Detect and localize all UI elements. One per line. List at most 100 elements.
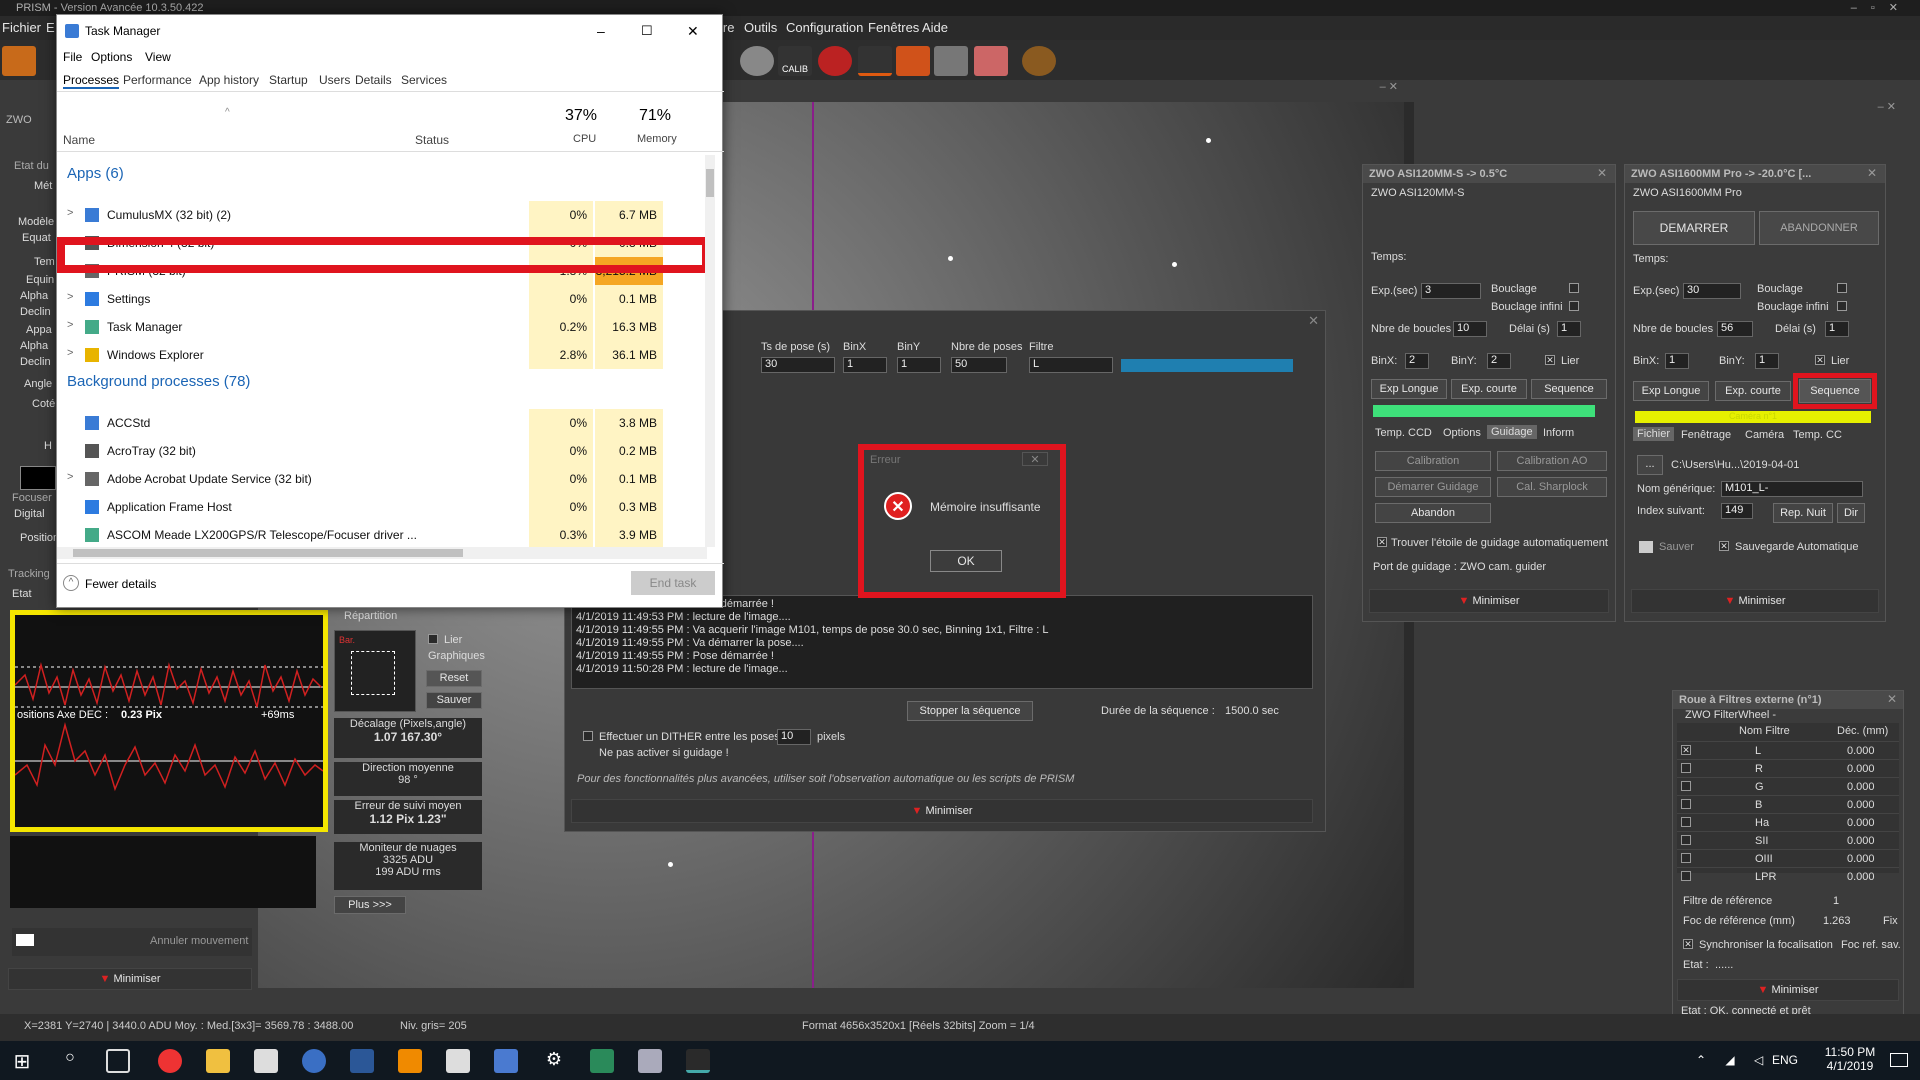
cam1-demarrer-guidage-button[interactable]: Démarrer Guidage (1375, 477, 1491, 497)
cam2-tab-fenetrage[interactable]: Fenêtrage (1681, 429, 1731, 441)
table-row[interactable]: Application Frame Host 0% 0.3 MB (57, 493, 705, 521)
cam1-tab-options[interactable]: Options (1443, 427, 1481, 439)
cam2-sauv-auto-checkbox[interactable]: ✕ (1719, 541, 1729, 551)
error-close-icon[interactable]: ✕ (1022, 452, 1048, 466)
cam1-calib-ao-button[interactable]: Calibration AO (1497, 451, 1607, 471)
plus-button[interactable]: Plus >>> (334, 896, 406, 914)
table-row[interactable]: ACCStd 0% 3.8 MB (57, 409, 705, 437)
toolbar-red-icon[interactable] (818, 46, 852, 76)
cam1-calibration-button[interactable]: Calibration (1375, 451, 1491, 471)
sequence-minimiser-button[interactable]: ▼ Minimiser (571, 799, 1313, 823)
tm-mem-label[interactable]: Memory (637, 133, 677, 145)
cam2-close-icon[interactable]: ✕ (1867, 166, 1877, 180)
tm-mem-pct[interactable]: 71% (639, 107, 671, 125)
expand-chevron-icon[interactable]: > (67, 319, 73, 331)
cam2-exp-input[interactable]: 30 (1683, 283, 1741, 299)
toolbar-curve-icon[interactable] (858, 46, 892, 76)
filter-row[interactable]: Ha 0.000 (1677, 813, 1899, 831)
expand-chevron-icon[interactable]: > (67, 347, 73, 359)
tm-cpu-pct[interactable]: 37% (565, 107, 597, 125)
tm-apps-header[interactable]: Apps (6) (67, 165, 124, 182)
cam1-bouclage-inf-checkbox[interactable] (1569, 301, 1579, 311)
cam2-exp-longue-button[interactable]: Exp Longue (1633, 381, 1709, 401)
cam2-sauver-button[interactable]: Sauver (1659, 541, 1694, 553)
tm-menu-file[interactable]: File (63, 50, 82, 64)
tm-minimize-icon[interactable]: – (597, 15, 605, 47)
cam2-nom-input[interactable]: M101_L- (1721, 481, 1863, 497)
fewer-details-link[interactable]: Fewer details (85, 577, 156, 591)
expand-chevron-icon[interactable]: > (67, 207, 73, 219)
menu-configuration[interactable]: Configuration (786, 16, 863, 40)
sync-checkbox[interactable]: ✕ (1683, 939, 1693, 949)
cam2-browse-button[interactable]: ... (1637, 455, 1663, 475)
table-row[interactable]: > Windows Explorer 2.8% 36.1 MB (57, 341, 705, 369)
cam1-delai-input[interactable]: 1 (1557, 321, 1581, 337)
cam2-biny-input[interactable]: 1 (1755, 353, 1779, 369)
window-controls[interactable]: –▫✕ (1851, 0, 1912, 16)
reset-button[interactable]: Reset (426, 670, 482, 687)
tm-hscrollbar[interactable] (57, 547, 707, 559)
task-view-icon[interactable] (106, 1049, 130, 1073)
cam1-binx-input[interactable]: 2 (1405, 353, 1429, 369)
app-icon[interactable] (590, 1049, 614, 1073)
cam1-close-icon[interactable]: ✕ (1597, 166, 1607, 180)
cam2-tab-camera[interactable]: Caméra (1745, 429, 1784, 441)
cam2-tab-temp[interactable]: Temp. CC (1793, 429, 1842, 441)
cam2-sequence-button[interactable]: Sequence (1799, 379, 1871, 403)
cam2-demarrer-button[interactable]: DEMARRER (1633, 211, 1755, 245)
table-row[interactable]: AcroTray (32 bit) 0% 0.2 MB (57, 437, 705, 465)
dither-input[interactable]: 10 (777, 729, 811, 745)
cam1-sequence-button[interactable]: Sequence (1531, 379, 1607, 399)
language-indicator[interactable]: ENG (1772, 1053, 1798, 1067)
table-row[interactable]: > Adobe Acrobat Update Service (32 bit) 0%… (57, 465, 705, 493)
tray-icons[interactable]: ⌃ ◢ ◁ (1696, 1053, 1771, 1067)
cam2-rep-nuit-button[interactable]: Rep. Nuit (1773, 503, 1833, 523)
tm-cpu-label[interactable]: CPU (573, 133, 596, 145)
tm-menu-options[interactable]: Options (91, 50, 132, 64)
ts-pose-input[interactable]: 30 (761, 357, 835, 373)
cam2-bouclage-checkbox[interactable] (1837, 283, 1847, 293)
filter-checkbox[interactable] (1681, 817, 1691, 827)
cam2-exp-courte-button[interactable]: Exp. courte (1715, 381, 1791, 401)
menu-outils[interactable]: Outils (744, 16, 777, 40)
chrome-icon[interactable] (158, 1049, 182, 1073)
cam1-tab-guidage[interactable]: Guidage (1487, 425, 1537, 439)
tm-tab-processes[interactable]: Processes (63, 73, 120, 89)
tm-vscrollbar[interactable] (705, 155, 715, 547)
tm-bg-header[interactable]: Background processes (78) (67, 373, 250, 390)
notification-icon[interactable] (1890, 1053, 1908, 1067)
fewer-details-icon[interactable]: ^ (63, 575, 79, 591)
cam1-trouver-checkbox[interactable]: ✕ (1377, 537, 1387, 547)
vlc-icon[interactable] (398, 1049, 422, 1073)
error-ok-button[interactable]: OK (930, 550, 1002, 572)
filter-checkbox[interactable] (1681, 853, 1691, 863)
filterwheel-close-icon[interactable]: ✕ (1887, 692, 1897, 706)
filter-checkbox[interactable]: ✕ (1681, 745, 1691, 755)
settings-icon[interactable]: ⚙ (542, 1049, 566, 1073)
start-icon[interactable]: ⊞ (10, 1049, 34, 1073)
cam1-abandon-button[interactable]: Abandon (1375, 503, 1491, 523)
toolbar-icon[interactable] (2, 46, 36, 76)
mail-icon[interactable] (254, 1049, 278, 1073)
calculator-icon[interactable] (446, 1049, 470, 1073)
table-row[interactable]: > CumulusMX (32 bit) (2) 0% 6.7 MB (57, 201, 705, 229)
cam2-abandonner-button[interactable]: ABANDONNER (1759, 211, 1879, 245)
filter-row[interactable]: SII 0.000 (1677, 831, 1899, 849)
tm-tab-services[interactable]: Services (401, 73, 447, 87)
filter-minimiser-button[interactable]: ▼ Minimiser (1677, 979, 1899, 1001)
m-app-icon[interactable] (302, 1049, 326, 1073)
table-row[interactable]: > Task Manager 0.2% 16.3 MB (57, 313, 705, 341)
panel-controls[interactable]: – ✕ (1800, 100, 1920, 120)
expand-chevron-icon[interactable]: > (67, 291, 73, 303)
table-row[interactable]: > Settings 0% 0.1 MB (57, 285, 705, 313)
cam1-lier-checkbox[interactable]: ✕ (1545, 355, 1555, 365)
menu-fenetres[interactable]: Fenêtres (868, 16, 919, 40)
filter-checkbox[interactable] (1681, 781, 1691, 791)
toolbar-dial-icon[interactable] (740, 46, 774, 76)
cam2-tab-fichier[interactable]: Fichier (1633, 427, 1675, 441)
end-task-button[interactable]: End task (631, 571, 715, 595)
cam2-minimiser-button[interactable]: ▼ Minimiser (1631, 589, 1879, 613)
calib-icon[interactable]: CALIB (778, 46, 812, 76)
cam2-binx-input[interactable]: 1 (1665, 353, 1689, 369)
filter-row[interactable]: R 0.000 (1677, 759, 1899, 777)
